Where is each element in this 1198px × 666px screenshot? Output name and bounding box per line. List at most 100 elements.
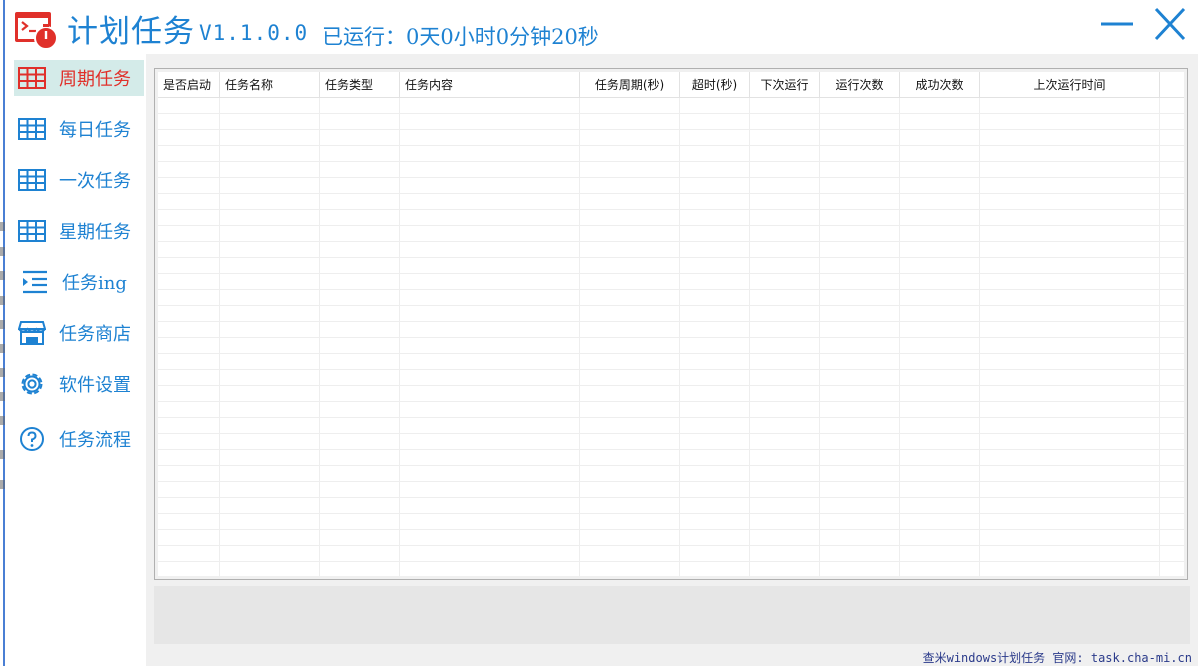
column-header-task-name[interactable]: 任务名称: [220, 72, 320, 98]
table-cell: [320, 258, 400, 274]
column-header-next-run[interactable]: 下次运行: [750, 72, 820, 98]
grid-table-icon: [17, 114, 47, 144]
column-header-task-type[interactable]: 任务类型: [320, 72, 400, 98]
table-cell: [820, 114, 900, 130]
sidebar-item-running-tasks[interactable]: 任务ing: [14, 264, 144, 300]
grid-table-icon: [17, 165, 47, 195]
table-cell: [580, 290, 680, 306]
table-cell: [580, 338, 680, 354]
table-cell: [820, 450, 900, 466]
table-empty-row: [158, 178, 1184, 194]
table-cell: [320, 402, 400, 418]
sidebar-item-daily-tasks[interactable]: 每日任务: [14, 111, 144, 147]
table-cell: [980, 290, 1160, 306]
table-cell: [900, 274, 980, 290]
table-cell: [820, 178, 900, 194]
table-cell: [750, 210, 820, 226]
app-version: V1.1.0.0: [199, 21, 309, 45]
main-panel: 是否启动 任务名称 任务类型 任务内容 任务周期(秒) 超时(秒) 下次运行 运…: [146, 54, 1198, 666]
table-cell: [820, 162, 900, 178]
column-header-period[interactable]: 任务周期(秒): [580, 72, 680, 98]
table-cell: [750, 322, 820, 338]
table-cell: [580, 562, 680, 576]
table-cell: [220, 226, 320, 242]
column-header-success-count[interactable]: 成功次数: [900, 72, 980, 98]
table-cell: [750, 290, 820, 306]
table-cell: [158, 242, 220, 258]
table-cell: [820, 130, 900, 146]
table-cell-filler: [1160, 466, 1184, 482]
table-cell: [680, 370, 750, 386]
table-cell: [580, 530, 680, 546]
table-cell: [900, 290, 980, 306]
table-cell: [400, 530, 580, 546]
table-cell: [400, 194, 580, 210]
table-cell: [320, 338, 400, 354]
sidebar-item-task-flow[interactable]: 任务流程: [14, 421, 144, 457]
table-cell: [220, 562, 320, 576]
table-cell: [980, 434, 1160, 450]
table-cell: [900, 450, 980, 466]
column-header-task-content[interactable]: 任务内容: [400, 72, 580, 98]
table-cell: [980, 402, 1160, 418]
table-cell: [400, 466, 580, 482]
column-header-timeout[interactable]: 超时(秒): [680, 72, 750, 98]
table-cell: [220, 386, 320, 402]
table-cell: [158, 386, 220, 402]
minimize-button[interactable]: [1096, 6, 1136, 42]
table-cell: [680, 402, 750, 418]
table-cell: [220, 546, 320, 562]
table-cell: [400, 562, 580, 576]
table-empty-row: [158, 498, 1184, 514]
table-cell: [158, 178, 220, 194]
table-cell: [220, 338, 320, 354]
table-cell: [900, 146, 980, 162]
table-cell: [400, 98, 580, 114]
table-empty-row: [158, 258, 1184, 274]
sidebar-item-periodic-tasks[interactable]: 周期任务: [14, 60, 144, 96]
sidebar-item-one-time-tasks[interactable]: 一次任务: [14, 162, 144, 198]
table-cell: [400, 290, 580, 306]
table-cell: [680, 530, 750, 546]
table-cell: [680, 466, 750, 482]
table-cell: [220, 418, 320, 434]
table-cell: [980, 146, 1160, 162]
close-button[interactable]: [1150, 6, 1190, 42]
table-cell-filler: [1160, 306, 1184, 322]
table-empty-row: [158, 434, 1184, 450]
table-cell: [320, 290, 400, 306]
table-cell: [680, 562, 750, 576]
column-header-enabled[interactable]: 是否启动: [158, 72, 220, 98]
table-empty-row: [158, 290, 1184, 306]
table-cell: [820, 418, 900, 434]
table-cell-filler: [1160, 514, 1184, 530]
column-header-last-run-time[interactable]: 上次运行时间: [980, 72, 1160, 98]
table-cell: [400, 178, 580, 194]
table-cell: [400, 434, 580, 450]
table-empty-row: [158, 114, 1184, 130]
table-cell: [158, 210, 220, 226]
table-cell: [400, 450, 580, 466]
table-cell: [580, 450, 680, 466]
table-cell-filler: [1160, 194, 1184, 210]
column-header-run-count[interactable]: 运行次数: [820, 72, 900, 98]
help-circle-icon: [17, 424, 47, 454]
table-cell: [820, 258, 900, 274]
sidebar-item-weekly-tasks[interactable]: 星期任务: [14, 213, 144, 249]
table-cell: [320, 130, 400, 146]
table-cell: [900, 226, 980, 242]
sidebar-item-settings[interactable]: 软件设置: [14, 366, 144, 402]
table-cell: [400, 242, 580, 258]
table-cell: [750, 498, 820, 514]
sidebar-item-task-store[interactable]: 任务商店: [14, 315, 144, 351]
task-table[interactable]: 是否启动 任务名称 任务类型 任务内容 任务周期(秒) 超时(秒) 下次运行 运…: [154, 68, 1188, 580]
table-cell: [158, 226, 220, 242]
table-cell: [320, 498, 400, 514]
table-cell: [820, 562, 900, 576]
table-cell: [980, 338, 1160, 354]
grid-table-icon: [17, 63, 47, 93]
table-cell: [900, 338, 980, 354]
table-cell: [220, 162, 320, 178]
table-cell: [750, 306, 820, 322]
table-cell: [980, 210, 1160, 226]
